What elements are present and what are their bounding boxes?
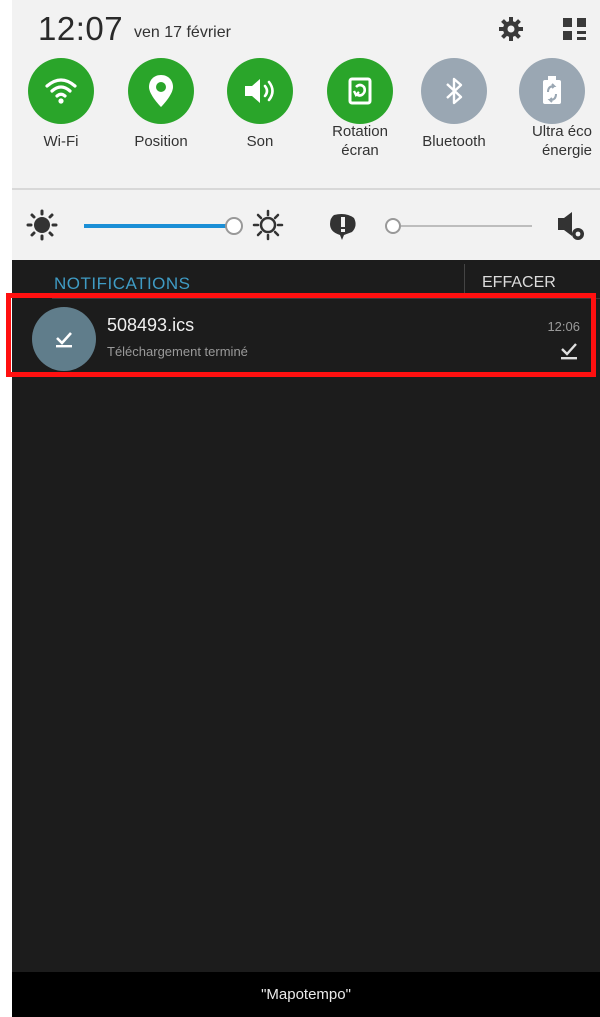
gear-icon[interactable] [496,14,526,44]
header-separator [464,264,465,296]
toggle-power-saving[interactable]: Ultra éco énergie [504,56,600,188]
toggle-wifi[interactable]: Wi-Fi [13,56,109,188]
volume-slider[interactable] [385,218,532,234]
toggle-label: Son [246,133,274,150]
notifications-title: NOTIFICATIONS [54,274,191,293]
date: ven 17 février [134,24,231,41]
toggle-label: Wi-Fi [43,133,79,150]
toggle-label: Position [134,133,188,150]
location-icon [128,58,194,124]
clear-button[interactable]: EFFACER [482,274,556,292]
brightness-high-icon [252,209,284,241]
toggle-rotation[interactable]: Rotation écran [312,56,408,188]
alert-icon [330,214,356,240]
bluetooth-icon [421,58,487,124]
toggle-label: Bluetooth [422,133,486,150]
grid-toggle-icon[interactable] [560,14,590,44]
toggle-position[interactable]: Position [113,56,209,188]
rotation-icon [327,58,393,124]
toast-message: "Mapotempo" [12,972,600,1017]
clock: 12:07 [38,10,124,47]
highlight-box [6,293,596,377]
brightness-low-icon [26,209,58,241]
power-saving-icon [519,58,585,124]
quick-toggles: Wi-Fi Position Son Rotation écran Blueto… [12,56,600,188]
volume-icon [227,58,293,124]
volume-settings-icon[interactable] [558,212,584,240]
brightness-slider[interactable] [84,217,243,235]
status-row: 12:07 ven 17 février [12,0,600,56]
wifi-icon [28,58,94,124]
toggle-label: Rotation écran [332,123,388,159]
toggle-sound[interactable]: Son [212,56,308,188]
slider-row [12,190,600,260]
toggle-label: Ultra éco énergie [531,123,592,159]
toggle-bluetooth[interactable]: Bluetooth [406,56,502,188]
quick-settings-panel: 12:07 ven 17 février Wi-Fi Position Son … [12,0,600,260]
